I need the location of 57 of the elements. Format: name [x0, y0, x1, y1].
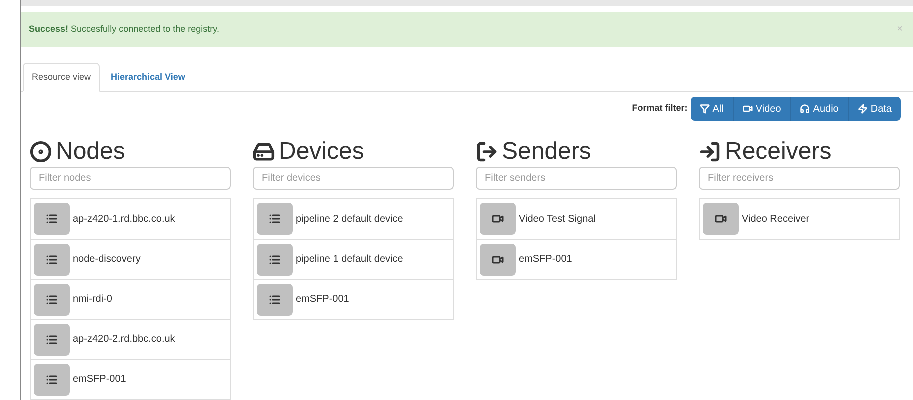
filter-button[interactable]: Video — [734, 97, 792, 121]
list-icon — [46, 374, 58, 386]
list-item[interactable]: node-discovery — [31, 239, 230, 279]
list-icon — [46, 294, 58, 306]
list-item[interactable]: emSFP-001 — [477, 239, 676, 279]
list-item[interactable]: Video Receiver — [700, 199, 899, 239]
list-icon — [269, 294, 281, 306]
column-title: Receivers — [725, 140, 832, 164]
filter-field[interactable]: Filter senders — [476, 167, 677, 190]
filter-field[interactable]: Filter nodes — [30, 167, 231, 190]
filter-field[interactable]: Filter receivers — [699, 167, 900, 190]
list-icon — [46, 213, 58, 225]
list-icon — [269, 213, 281, 225]
list-item[interactable]: Video Test Signal — [477, 199, 676, 239]
filter-button[interactable]: All — [690, 97, 734, 121]
video-camera-icon — [492, 213, 504, 225]
item-label: nmi-rdi-0 — [73, 293, 112, 307]
item-label: emSFP-001 — [519, 253, 572, 267]
list-item[interactable]: ap-z420-1.rd.bbc.co.uk — [31, 199, 230, 239]
item-label: ap-z420-2.rd.bbc.co.uk — [73, 333, 176, 347]
list-item[interactable]: emSFP-001 — [31, 359, 230, 399]
tab[interactable]: Resource view — [23, 63, 100, 92]
sign-out-icon — [476, 141, 498, 163]
item-label: Video Test Signal — [519, 212, 596, 226]
list-item[interactable]: pipeline 2 default device — [254, 199, 453, 239]
list-icon — [46, 334, 58, 346]
item-label: emSFP-001 — [73, 373, 126, 387]
list-item[interactable]: nmi-rdi-0 — [31, 279, 230, 319]
item-label: node-discovery — [73, 253, 141, 267]
lightning-icon — [858, 104, 868, 114]
format-filter-label: Format filter: — [632, 102, 688, 116]
column-title: Nodes — [56, 140, 126, 164]
sign-in-icon — [699, 141, 721, 163]
list-icon — [269, 254, 281, 266]
filter-button[interactable]: Audio — [791, 97, 849, 121]
alert-message: Success! Succesfully connected to the registry. — [29, 22, 220, 36]
item-label: pipeline 2 default device — [296, 212, 404, 226]
column-title: Devices — [279, 140, 364, 164]
list-item[interactable]: ap-z420-2.rd.bbc.co.uk — [31, 319, 230, 359]
item-label: Video Receiver — [742, 212, 810, 226]
list-item[interactable]: pipeline 1 default device — [254, 239, 453, 279]
list-item[interactable]: emSFP-001 — [254, 279, 453, 319]
column-title: Senders — [502, 140, 592, 164]
filter-icon — [700, 104, 710, 114]
video-camera-icon — [742, 104, 753, 114]
item-label: ap-z420-1.rd.bbc.co.uk — [73, 212, 176, 226]
hard-drive-icon — [253, 141, 275, 163]
item-label: pipeline 1 default device — [296, 253, 404, 267]
video-camera-icon — [492, 254, 504, 266]
item-label: emSFP-001 — [296, 293, 350, 307]
circle-dot-icon — [30, 141, 52, 163]
list-icon — [46, 254, 58, 266]
video-camera-icon — [715, 213, 727, 225]
filter-button[interactable]: Data — [848, 97, 901, 121]
filter-field[interactable]: Filter devices — [253, 167, 454, 190]
tab[interactable]: Hierarchical View — [102, 63, 194, 92]
headphones-icon — [800, 104, 810, 114]
